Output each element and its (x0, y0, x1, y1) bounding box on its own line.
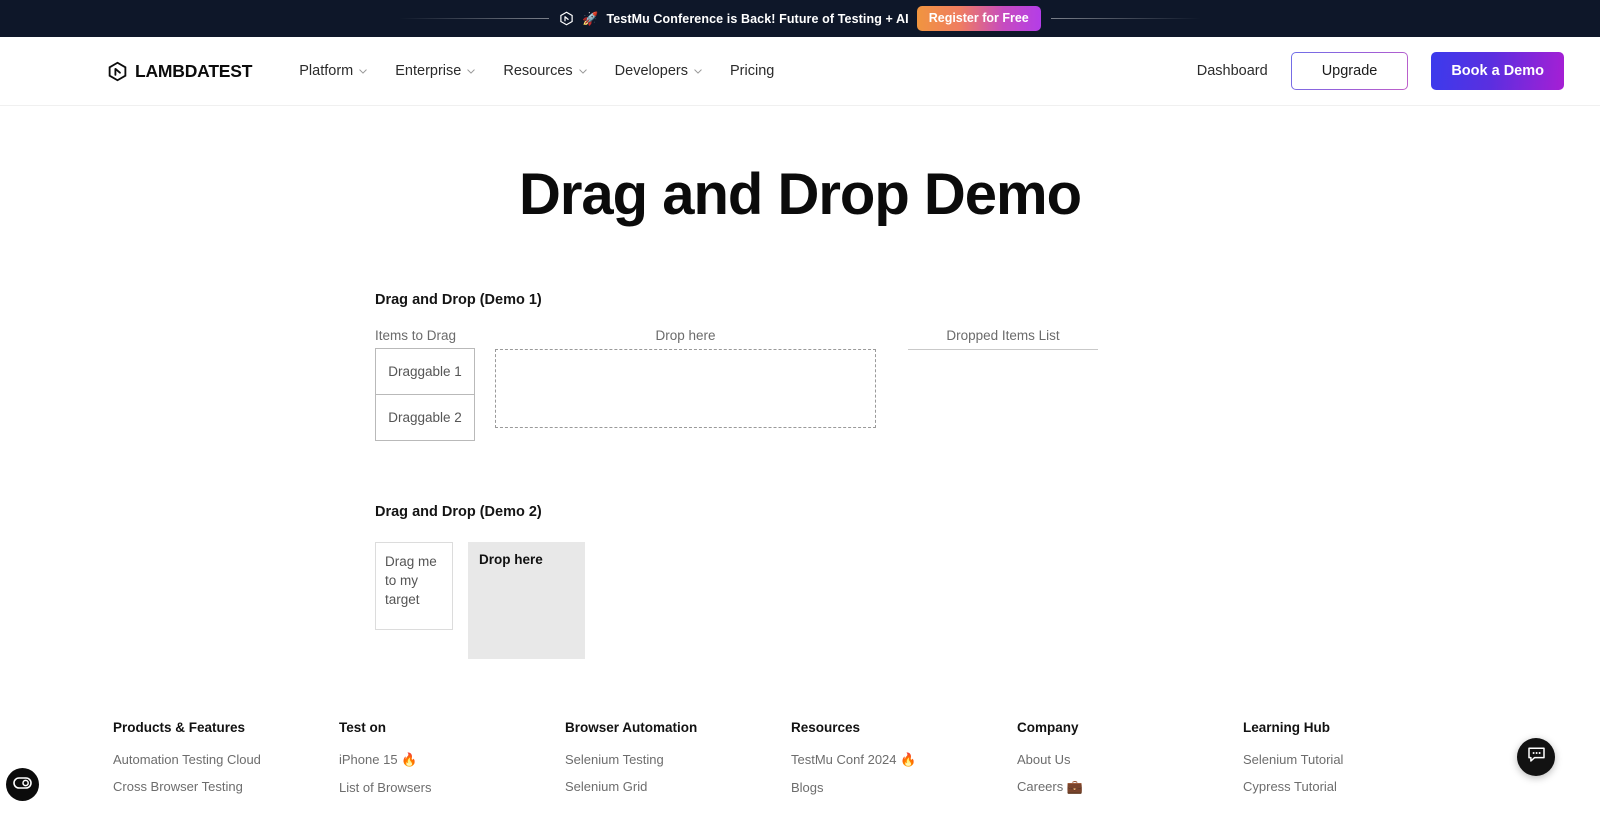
footer-column-title: Test on (339, 720, 565, 735)
main-navbar: LAMBDATEST Platform Enterprise Resources… (0, 37, 1600, 106)
nav-item-platform[interactable]: Platform (299, 63, 367, 79)
lambdatest-mark-icon (107, 61, 128, 82)
rocket-emoji: 🚀 (582, 12, 598, 25)
nav-item-developers[interactable]: Developers (615, 63, 702, 79)
draggable-drag-me[interactable]: Drag me to my target (375, 542, 453, 630)
nav-item-label: Resources (503, 63, 572, 79)
nav-links: Platform Enterprise Resources Developers… (299, 63, 774, 79)
page-title: Drag and Drop Demo (0, 163, 1600, 227)
footer-link[interactable]: Cypress Tutorial (1243, 779, 1469, 794)
footer-link[interactable]: Careers 💼 (1017, 779, 1243, 795)
announcement-divider-right (1051, 18, 1201, 19)
nav-item-label: Enterprise (395, 63, 461, 79)
accessibility-widget-button[interactable] (6, 768, 39, 801)
dropped-items-divider (908, 349, 1098, 350)
drag-and-drop-demo-2: Drag and Drop (Demo 2) Drag me to my tar… (375, 504, 1600, 659)
footer-column-title: Products & Features (113, 720, 339, 735)
demo1-grid: Items to Drag Draggable 1 Draggable 2 Dr… (375, 328, 1600, 441)
chat-widget-button[interactable] (1517, 738, 1555, 776)
footer-link[interactable]: Selenium Testing (565, 752, 791, 767)
announcement-content: 🚀 TestMu Conference is Back! Future of T… (559, 6, 1041, 31)
items-to-drag-column: Items to Drag Draggable 1 Draggable 2 (375, 328, 475, 441)
announcement-text: TestMu Conference is Back! Future of Tes… (606, 12, 908, 26)
footer-column-title: Company (1017, 720, 1243, 735)
footer-column-title: Browser Automation (565, 720, 791, 735)
footer-link[interactable]: List of Browsers (339, 780, 565, 795)
brand-name: LAMBDATEST (135, 61, 252, 82)
footer-column-browser-automation: Browser Automation Selenium Testing Sele… (565, 720, 791, 807)
demo2-heading: Drag and Drop (Demo 2) (375, 504, 1600, 520)
footer-columns: Products & Features Automation Testing C… (113, 720, 1600, 807)
accessibility-widget-icon (13, 776, 32, 794)
chevron-down-icon (359, 69, 367, 74)
nav-item-label: Developers (615, 63, 688, 79)
main-content: Drag and Drop (Demo 1) Items to Drag Dra… (0, 292, 1600, 659)
dropped-items-list-column: Dropped Items List (908, 328, 1098, 350)
demo2-grid: Drag me to my target Drop here (375, 542, 1600, 659)
footer-link[interactable]: iPhone 15 🔥 (339, 752, 565, 768)
nav-item-label: Pricing (730, 63, 774, 79)
chevron-down-icon (694, 69, 702, 74)
demo1-heading: Drag and Drop (Demo 1) (375, 292, 1600, 308)
footer-link[interactable]: About Us (1017, 752, 1243, 767)
footer-link[interactable]: TestMu Conf 2024 🔥 (791, 752, 1017, 768)
footer-column-test-on: Test on iPhone 15 🔥 List of Browsers (339, 720, 565, 807)
announcement-bar: 🚀 TestMu Conference is Back! Future of T… (0, 0, 1600, 37)
footer-column-company: Company About Us Careers 💼 (1017, 720, 1243, 807)
dropped-items-list-label: Dropped Items List (908, 328, 1098, 343)
footer-link[interactable]: Cross Browser Testing (113, 779, 339, 794)
footer-link[interactable]: Automation Testing Cloud (113, 752, 339, 767)
lambdatest-mark-icon (559, 11, 574, 26)
drop-zone[interactable] (495, 349, 876, 428)
footer-column-resources: Resources TestMu Conf 2024 🔥 Blogs (791, 720, 1017, 807)
footer-column-products-features: Products & Features Automation Testing C… (113, 720, 339, 807)
dashboard-link[interactable]: Dashboard (1197, 63, 1268, 79)
footer-column-title: Resources (791, 720, 1017, 735)
footer-link[interactable]: Blogs (791, 780, 1017, 795)
nav-item-label: Platform (299, 63, 353, 79)
draggable-item-2[interactable]: Draggable 2 (375, 394, 475, 441)
drag-and-drop-demo-1: Drag and Drop (Demo 1) Items to Drag Dra… (375, 292, 1600, 441)
footer-column-title: Learning Hub (1243, 720, 1469, 735)
site-footer: Products & Features Automation Testing C… (0, 700, 1600, 818)
footer-link[interactable]: Selenium Tutorial (1243, 752, 1469, 767)
register-for-free-button[interactable]: Register for Free (917, 6, 1041, 31)
drop-here-label: Drop here (495, 328, 876, 343)
chevron-down-icon (579, 69, 587, 74)
upgrade-button[interactable]: Upgrade (1291, 52, 1409, 90)
drop-zone-column: Drop here (495, 328, 876, 428)
items-to-drag-label: Items to Drag (375, 328, 475, 343)
chat-bubble-icon (1527, 746, 1546, 769)
footer-column-learning-hub: Learning Hub Selenium Tutorial Cypress T… (1243, 720, 1469, 807)
brand-logo[interactable]: LAMBDATEST (107, 61, 252, 82)
chevron-down-icon (467, 69, 475, 74)
nav-item-enterprise[interactable]: Enterprise (395, 63, 475, 79)
draggable-item-1[interactable]: Draggable 1 (375, 348, 475, 395)
announcement-divider-left (399, 18, 549, 19)
demo2-drop-target[interactable]: Drop here (468, 542, 585, 659)
footer-link[interactable]: Selenium Grid (565, 779, 791, 794)
nav-item-pricing[interactable]: Pricing (730, 63, 774, 79)
nav-item-resources[interactable]: Resources (503, 63, 586, 79)
nav-actions: Dashboard Upgrade Book a Demo (1197, 52, 1564, 90)
book-a-demo-button[interactable]: Book a Demo (1431, 52, 1564, 90)
